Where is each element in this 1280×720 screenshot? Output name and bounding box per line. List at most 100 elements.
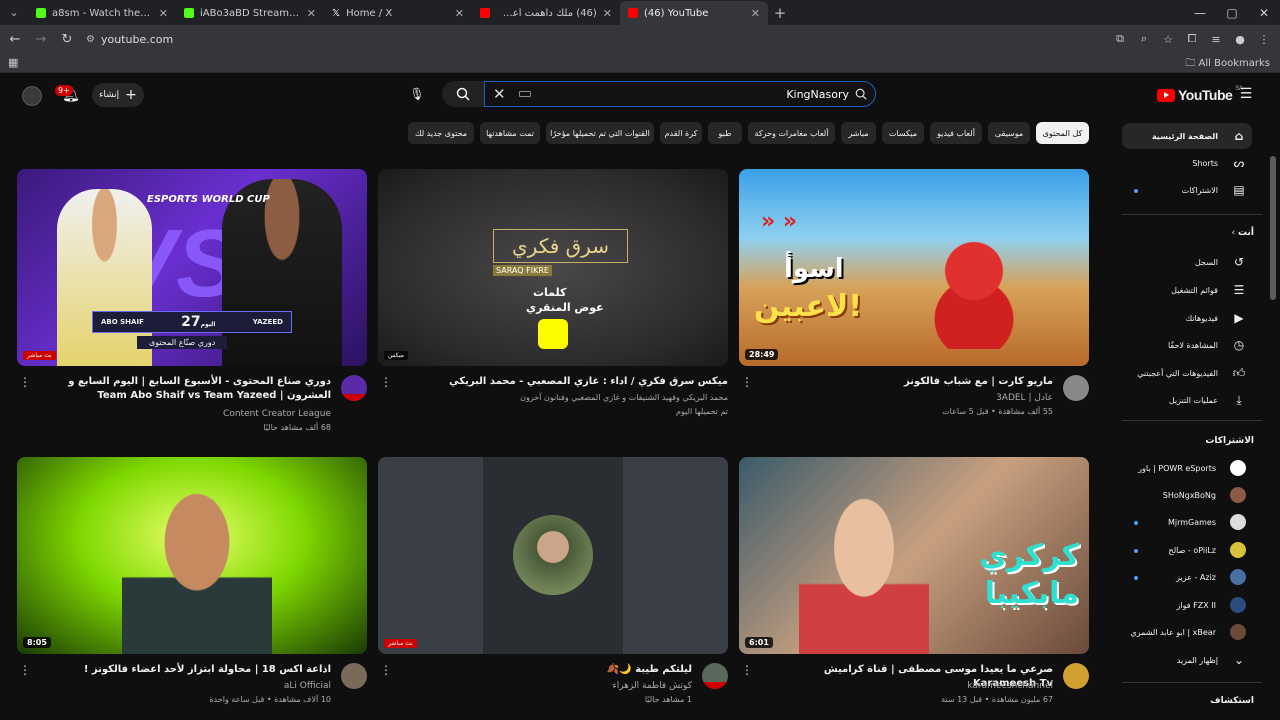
chip-recently-uploaded[interactable]: القنوات التي تم تحميلها مؤخرًا — [546, 122, 654, 144]
create-button[interactable]: إنشاء + — [92, 83, 144, 107]
forward-icon[interactable]: → — [30, 28, 52, 50]
channel-avatar[interactable] — [341, 375, 367, 401]
tab-search-icon[interactable]: ⌄ — [0, 0, 28, 25]
video-thumbnail[interactable]: 8:05 — [17, 457, 367, 654]
sidebar-sub-item[interactable]: باور | POWR eSports — [1122, 455, 1252, 481]
sidebar-item-subscriptions[interactable]: الاشتراكات ▤ — [1122, 177, 1252, 203]
youtube-logo[interactable]: YouTube SA — [1157, 86, 1243, 103]
chip-watched[interactable]: تمت مشاهدتها — [480, 122, 540, 144]
channel-name[interactable]: عادل | 3ADEL — [996, 393, 1053, 403]
chip-mixes[interactable]: ميكسات — [882, 122, 924, 144]
minimize-icon[interactable]: — — [1184, 0, 1216, 25]
apps-grid-icon[interactable]: ▦ — [8, 56, 18, 69]
microphone-icon[interactable]: 🎙︎ — [407, 84, 427, 104]
video-card[interactable]: VS ESPORTS WORLD CUP ABO SHAIF اليوم27 Y… — [17, 169, 367, 445]
video-thumbnail[interactable]: سرق فكري SARAQ FIKRE كلمات عوض المنقري م… — [378, 169, 728, 366]
close-icon[interactable]: ✕ — [159, 7, 168, 20]
chip-video-games[interactable]: ألعاب فيديو — [930, 122, 982, 144]
close-icon[interactable]: ✕ — [307, 7, 316, 20]
sidebar-sub-item[interactable]: صالح - oPiiLz — [1122, 537, 1252, 563]
back-icon[interactable]: ← — [4, 28, 26, 50]
video-title[interactable]: ليلتكم طيبة 🌙🍂 — [400, 663, 692, 677]
video-thumbnail[interactable]: بث مباشر — [378, 457, 728, 654]
video-menu-icon[interactable]: ⋮ — [380, 375, 392, 389]
sidebar-item-your-videos[interactable]: فيديوهاتك ▶ — [1122, 305, 1252, 331]
sidebar-sub-item[interactable]: عزيز - Aziz — [1122, 564, 1252, 590]
video-card[interactable]: كركري مابكيبا 6:01 ⋮ صرعي ما يعيدا موسى … — [739, 457, 1089, 720]
browser-tab-3[interactable]: 𝕏 Home / X ✕ — [324, 1, 472, 25]
new-tab-button[interactable]: + — [768, 1, 792, 25]
browser-tab-4[interactable]: (46) ملك داهمت أعضاء باور في ✕ — [472, 1, 620, 25]
video-menu-icon[interactable]: ⋮ — [380, 663, 392, 677]
channel-name[interactable]: karameeshchannel — [967, 681, 1053, 691]
sidebar-sub-item[interactable]: SHoNgxBoNg — [1122, 482, 1252, 508]
chip-football[interactable]: كرة القدم — [660, 122, 702, 144]
video-menu-icon[interactable]: ⋮ — [19, 375, 31, 389]
channel-avatar[interactable] — [1063, 375, 1089, 401]
chip-adventure-games[interactable]: ألعاب مغامرات وحركة — [748, 122, 835, 144]
reload-icon[interactable]: ↻ — [56, 28, 78, 50]
channel-avatar[interactable] — [702, 663, 728, 689]
channel-name[interactable]: aLi Official — [284, 681, 331, 691]
chip-new-to-you[interactable]: محتوى جديد لك — [408, 122, 474, 144]
channel-name[interactable]: محمد البريكي وفهيد الشنيفات و غازي المصع… — [520, 393, 728, 402]
close-window-icon[interactable]: ✕ — [1248, 0, 1280, 25]
search-button[interactable] — [442, 81, 484, 107]
all-bookmarks[interactable]: 🗀 All Bookmarks — [1185, 56, 1270, 73]
close-icon[interactable]: ✕ — [603, 7, 612, 20]
media-icon[interactable]: ≡ — [1206, 29, 1226, 49]
video-card[interactable]: بث مباشر ⋮ ليلتكم طيبة 🌙🍂 كوتش فاطمة الز… — [378, 457, 728, 720]
close-icon[interactable]: ✕ — [455, 7, 464, 20]
sidebar-item-home[interactable]: الصفحة الرئيسية ⌂ — [1122, 123, 1252, 149]
channel-avatar[interactable] — [1063, 663, 1089, 689]
channel-avatar[interactable] — [341, 663, 367, 689]
video-card[interactable]: 8:05 ⋮ اذاعة اكس 18 | محاولة ابتزاز لأحد… — [17, 457, 367, 720]
close-icon[interactable]: ✕ — [751, 7, 760, 20]
sidebar-sub-item[interactable]: MjrmGames — [1122, 509, 1252, 535]
video-title[interactable]: اذاعة اكس 18 | محاولة ابتزاز لأحد اعضاء … — [39, 663, 331, 677]
video-thumbnail[interactable]: VS ESPORTS WORLD CUP ABO SHAIF اليوم27 Y… — [17, 169, 367, 366]
page-scrollbar[interactable] — [1270, 156, 1276, 300]
sidebar-item-shorts[interactable]: Shorts ᔕ — [1122, 150, 1252, 176]
sidebar-item-playlists[interactable]: قوائم التشغيل ☰ — [1122, 277, 1252, 303]
chip-all[interactable]: كل المحتوى — [1036, 122, 1089, 144]
sidebar-sub-item[interactable]: ابو عابد الشمري | xBear — [1122, 619, 1252, 645]
extensions-icon[interactable]: ⧠ — [1182, 29, 1202, 49]
avatar[interactable] — [22, 86, 42, 106]
video-thumbnail[interactable]: » » اسوأ لاعبين! 28:49 — [739, 169, 1089, 366]
video-menu-icon[interactable]: ⋮ — [741, 375, 753, 389]
video-title[interactable]: ماريو كارت | مع شباب فالكونز — [761, 375, 1053, 389]
maximize-icon[interactable]: ▢ — [1216, 0, 1248, 25]
video-card[interactable]: » » اسوأ لاعبين! 28:49 ⋮ ماريو كارت | مع… — [739, 169, 1089, 445]
sidebar-item-liked[interactable]: الفيديوهات التي أعجبتني 👍︎ — [1122, 360, 1252, 386]
video-menu-icon[interactable]: ⋮ — [19, 663, 31, 677]
sidebar-item-history[interactable]: السجل ↺ — [1122, 249, 1252, 275]
sidebar-item-downloads[interactable]: عمليات التنزيل ⤓ — [1122, 387, 1252, 413]
video-menu-icon[interactable]: ⋮ — [741, 663, 753, 677]
clear-search-icon[interactable]: ✕ — [493, 85, 515, 103]
more-icon[interactable]: ⋮ — [1254, 29, 1274, 49]
chip-live[interactable]: مباشر — [841, 122, 876, 144]
sidebar-sub-item[interactable]: فواز FZX II — [1122, 592, 1252, 618]
browser-tab-5[interactable]: (46) YouTube ✕ — [620, 1, 768, 25]
show-more-button[interactable]: إظهار المزيد ⌄ — [1122, 647, 1252, 673]
url-bar[interactable]: ⚙ youtube.com — [86, 28, 1096, 50]
video-thumbnail[interactable]: كركري مابكيبا 6:01 — [739, 457, 1089, 654]
profile-icon[interactable]: ● — [1230, 29, 1250, 49]
search-input[interactable] — [531, 87, 855, 101]
chip-drums[interactable]: طبو — [708, 122, 742, 144]
you-section-header[interactable]: ‹ أنت — [1122, 228, 1256, 238]
sidebar-item-watch-later[interactable]: المشاهدة لاحقًا ◷ — [1122, 332, 1252, 358]
video-title[interactable]: ميكس سرق فكري / اداء : غازي المصعبي - مح… — [400, 375, 728, 389]
bookmark-star-icon[interactable]: ☆ — [1158, 29, 1178, 49]
browser-tab-1[interactable]: a8sm - Watch the VOD on Kick ✕ — [28, 1, 176, 25]
video-title[interactable]: دوري صناع المحتوى - الأسبوع السابع | الي… — [39, 375, 331, 403]
site-info-icon[interactable]: ⚙ — [86, 34, 95, 45]
menu-icon[interactable]: ☰ — [1236, 84, 1256, 104]
channel-name[interactable]: Content Creator League — [223, 409, 331, 419]
channel-name[interactable]: كوتش فاطمة الزهراء — [612, 681, 692, 691]
install-icon[interactable]: ⧉ — [1110, 29, 1130, 49]
keyboard-icon[interactable] — [519, 91, 531, 97]
zoom-icon[interactable]: ⌕ — [1134, 29, 1154, 49]
video-card[interactable]: سرق فكري SARAQ FIKRE كلمات عوض المنقري م… — [378, 169, 728, 445]
